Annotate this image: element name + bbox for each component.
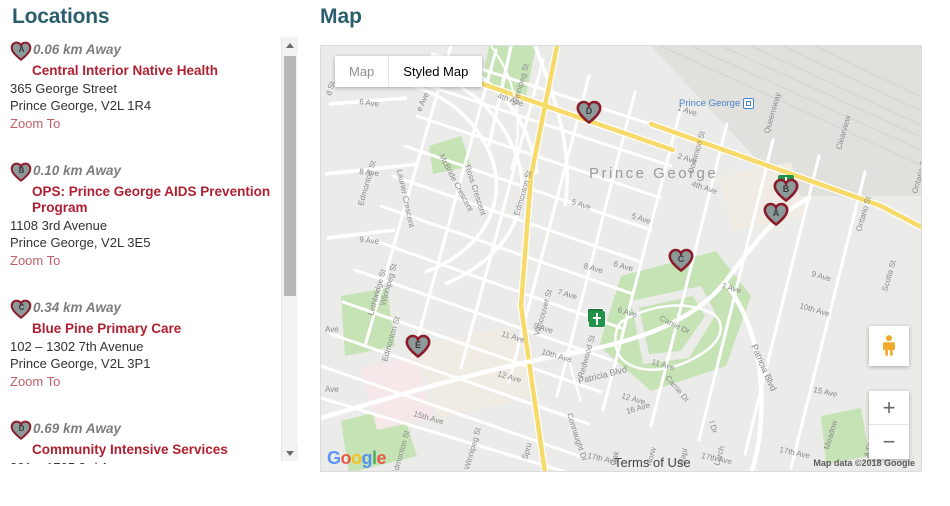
location-name[interactable]: Central Interior Native Health (32, 63, 278, 79)
map-viewport[interactable]: Prince George 1 Ave 2 Ave 4th Ave 4th Av… (320, 45, 922, 472)
location-address-line-2: Prince George, V2L 1R4 (10, 98, 152, 114)
zoom-controls[interactable]: + − (869, 391, 909, 459)
map-title: Map (320, 5, 362, 28)
scroll-up-button[interactable] (282, 37, 298, 53)
hospital-poi-icon[interactable] (589, 311, 605, 327)
map-attribution: Map data ©2018 Google (813, 458, 915, 468)
location-distance: 0.34 km Away (33, 299, 122, 315)
locations-title: Locations (12, 5, 110, 28)
location-list-item[interactable]: B 0.10 km Away OPS: Prince George AIDS Pre… (10, 161, 278, 298)
locations-list: A 0.06 km Away Central Interior Native Hea… (10, 36, 295, 464)
map-panel: Map Prince George 1 Ave 2 Ave 4th Ave 4t… (318, 0, 950, 506)
terms-of-use-link[interactable]: Terms of Use (614, 455, 691, 470)
zoom-out-button[interactable]: − (869, 425, 909, 459)
location-headline: D 0.69 km Away (10, 419, 278, 440)
train-station-icon (743, 98, 755, 109)
heart-marker-icon: A (10, 41, 32, 61)
location-list-item[interactable]: D 0.69 km Away Community Intensive Service… (10, 419, 278, 464)
svg-text:Prince George: Prince George (589, 165, 718, 182)
map-marker-letter: D (585, 105, 593, 116)
map-type-button-map[interactable]: Map (335, 56, 390, 87)
svg-text:Ave: Ave (325, 325, 339, 334)
location-list-item[interactable]: A 0.06 km Away Central Interior Native Hea… (10, 40, 278, 161)
chevron-down-icon (286, 450, 294, 456)
heart-marker-icon: C (10, 299, 32, 319)
location-distance: 0.69 km Away (33, 420, 122, 436)
scrollbar-thumb[interactable] (284, 56, 296, 296)
map-type-toggle[interactable]: Map Styled Map (335, 56, 483, 87)
page-root: Locations A 0.06 km Away Central Interior … (0, 0, 950, 506)
zoom-to-link[interactable]: Zoom To (10, 253, 60, 268)
zoom-in-button[interactable]: + (869, 391, 909, 425)
map-marker-letter: B (782, 183, 790, 194)
chevron-up-icon (286, 42, 294, 48)
location-name[interactable]: Blue Pine Primary Care (32, 321, 278, 337)
locations-panel: Locations A 0.06 km Away Central Interior … (0, 0, 300, 506)
zoom-to-link[interactable]: Zoom To (10, 116, 60, 131)
map-marker-letter: A (772, 207, 780, 218)
marker-letter: B (18, 166, 25, 176)
location-address-line-2: Prince George, V2L 3P1 (10, 356, 151, 372)
location-name[interactable]: Community Intensive Services (32, 442, 278, 458)
location-address-line-1: 1108 3rd Avenue (10, 217, 108, 233)
location-list-item[interactable]: C 0.34 km Away Blue Pine Primary Care 102 –… (10, 298, 278, 419)
locations-scrollbar[interactable] (281, 37, 298, 461)
location-headline: B 0.10 km Away (10, 161, 278, 182)
heart-marker-icon: B (10, 162, 32, 182)
transit-station-label: Prince George (679, 98, 755, 109)
map-tiles: Prince George 1 Ave 2 Ave 4th Ave 4th Av… (321, 46, 921, 471)
marker-letter: A (18, 45, 25, 54)
heart-marker-icon: D (10, 420, 32, 440)
svg-text:Ave: Ave (325, 385, 339, 394)
location-name[interactable]: OPS: Prince George AIDS Prevention Progr… (32, 184, 278, 216)
map-type-button-styled-map[interactable]: Styled Map (389, 56, 483, 87)
marker-letter: C (18, 302, 25, 312)
map-marker-heart-icon[interactable]: C (668, 248, 694, 272)
location-distance: 0.10 km Away (33, 163, 122, 179)
map-marker-heart-icon[interactable]: D (576, 100, 602, 124)
marker-letter: D (18, 423, 25, 433)
location-headline: A 0.06 km Away (10, 40, 278, 61)
location-address-line-2: Prince George, V2L 3E5 (10, 235, 151, 251)
pegman-icon (883, 335, 895, 356)
map-marker-heart-icon[interactable]: A (763, 202, 789, 226)
location-address-line-1: 201 – 1705 3rd Avenue (10, 459, 278, 464)
map-marker-letter: E (414, 339, 421, 350)
zoom-to-link[interactable]: Zoom To (10, 374, 60, 389)
map-canvas[interactable]: Prince George 1 Ave 2 Ave 4th Ave 4th Av… (321, 46, 921, 471)
location-headline: C 0.34 km Away (10, 298, 278, 319)
location-address-line-1: 102 – 1302 7th Avenue (10, 338, 144, 354)
location-address-line-1: 365 George Street (10, 80, 117, 96)
scroll-down-button[interactable] (282, 445, 298, 461)
map-marker-heart-icon[interactable]: E (405, 334, 431, 358)
map-marker-letter: C (677, 253, 685, 264)
street-view-pegman-button[interactable] (869, 326, 909, 366)
map-marker-heart-icon[interactable]: B (773, 178, 799, 202)
google-logo: Google (327, 448, 387, 468)
location-distance: 0.06 km Away (33, 42, 122, 57)
station-name: Prince George (679, 98, 741, 109)
